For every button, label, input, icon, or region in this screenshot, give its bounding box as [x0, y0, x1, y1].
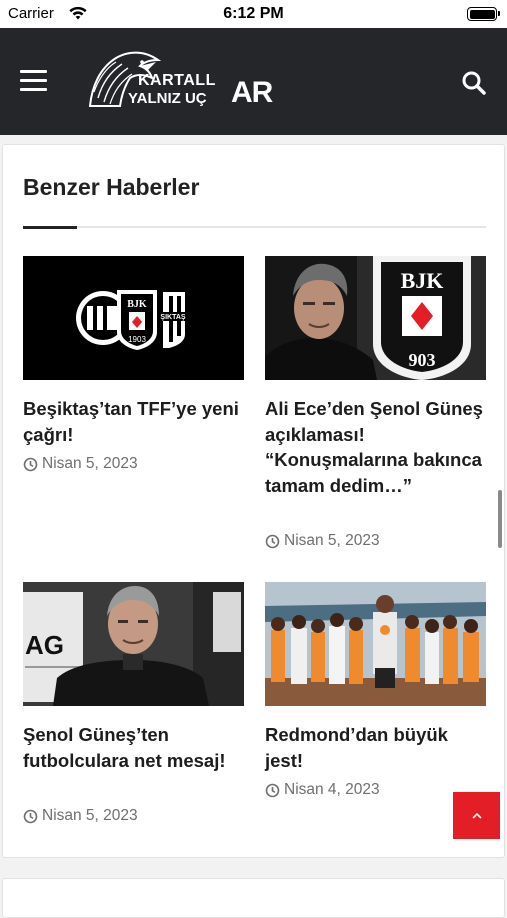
title-divider-accent	[23, 226, 77, 229]
clock: 6:12 PM	[223, 5, 284, 22]
related-news-card: Benzer Haberler BJK 1903 ŞIKTAŞ Beşiktaş…	[2, 144, 505, 858]
news-date: Nisan 5, 2023	[265, 532, 380, 550]
news-item[interactable]: BJK 903 Ali Ece’den Şenol Güneş açıklama…	[265, 256, 486, 549]
svg-text:1903: 1903	[128, 335, 146, 344]
svg-text:ŞIKTAŞ: ŞIKTAŞ	[160, 314, 185, 321]
clock-icon	[265, 534, 280, 548]
menu-bar	[20, 70, 47, 73]
news-date-text: Nisan 5, 2023	[284, 532, 380, 549]
besiktas-crest-image: BJK 1903 ŞIKTAŞ	[23, 256, 244, 380]
coach-pitchside-image: AG	[23, 582, 244, 706]
news-title[interactable]: Beşiktaş’tan TFF’ye yeni çağrı!	[23, 396, 244, 447]
clock-icon	[23, 457, 38, 471]
news-date-text: Nisan 4, 2023	[284, 781, 380, 798]
search-button[interactable]	[461, 70, 487, 96]
svg-text:903: 903	[409, 350, 436, 370]
status-bar: Carrier 6:12 PM	[0, 0, 507, 28]
menu-bar	[20, 79, 47, 82]
news-thumbnail[interactable]: BJK 903	[265, 256, 486, 380]
news-item[interactable]: Redmond’dan büyük jest! Nisan 4, 2023	[265, 582, 486, 807]
news-date: Nisan 5, 2023	[23, 455, 138, 473]
svg-text:BJK: BJK	[401, 268, 444, 293]
next-content-card	[2, 878, 505, 918]
search-icon	[462, 71, 486, 95]
news-item[interactable]: BJK 1903 ŞIKTAŞ Beşiktaş’tan TFF’ye yeni…	[23, 256, 244, 481]
battery-icon	[467, 7, 500, 21]
clock-icon	[265, 783, 280, 797]
chevron-up-icon	[471, 812, 482, 819]
coach-portrait-image: BJK 903	[265, 256, 486, 380]
svg-text:BJK: BJK	[127, 299, 147, 310]
title-divider	[23, 226, 486, 228]
news-thumbnail[interactable]: AG	[23, 582, 244, 706]
news-thumbnail[interactable]: BJK 1903 ŞIKTAŞ	[23, 256, 244, 380]
logo-text-line1: KARTALL	[138, 72, 216, 89]
news-date-text: Nisan 5, 2023	[42, 807, 138, 824]
scrollbar[interactable]	[498, 490, 502, 548]
site-logo[interactable]: KARTALL YALNIZ UÇ AR	[86, 46, 273, 118]
section-title: Benzer Haberler	[23, 174, 200, 200]
svg-text:AG: AG	[25, 630, 64, 660]
news-thumbnail[interactable]	[265, 582, 486, 706]
news-date-text: Nisan 5, 2023	[42, 455, 138, 472]
hamburger-menu-button[interactable]	[20, 70, 48, 94]
site-header: KARTALL YALNIZ UÇ AR	[0, 28, 507, 135]
children-group-photo-image	[265, 582, 486, 706]
news-title[interactable]: Ali Ece’den Şenol Güneş açıklaması! “Kon…	[265, 396, 486, 498]
logo-text-suffix: AR	[231, 76, 273, 109]
news-item[interactable]: AG Şenol Güneş’ten futbolculara net mesa…	[23, 582, 244, 832]
news-title[interactable]: Redmond’dan büyük jest!	[265, 722, 486, 773]
logo-text-line2: YALNIZ UÇ	[128, 90, 207, 107]
news-date: Nisan 4, 2023	[265, 781, 380, 799]
clock-icon	[23, 809, 38, 823]
menu-bar	[20, 88, 47, 91]
back-to-top-button[interactable]	[453, 792, 500, 839]
news-title[interactable]: Şenol Güneş’ten futbolculara net mesaj!	[23, 722, 244, 773]
news-date: Nisan 5, 2023	[23, 807, 138, 825]
